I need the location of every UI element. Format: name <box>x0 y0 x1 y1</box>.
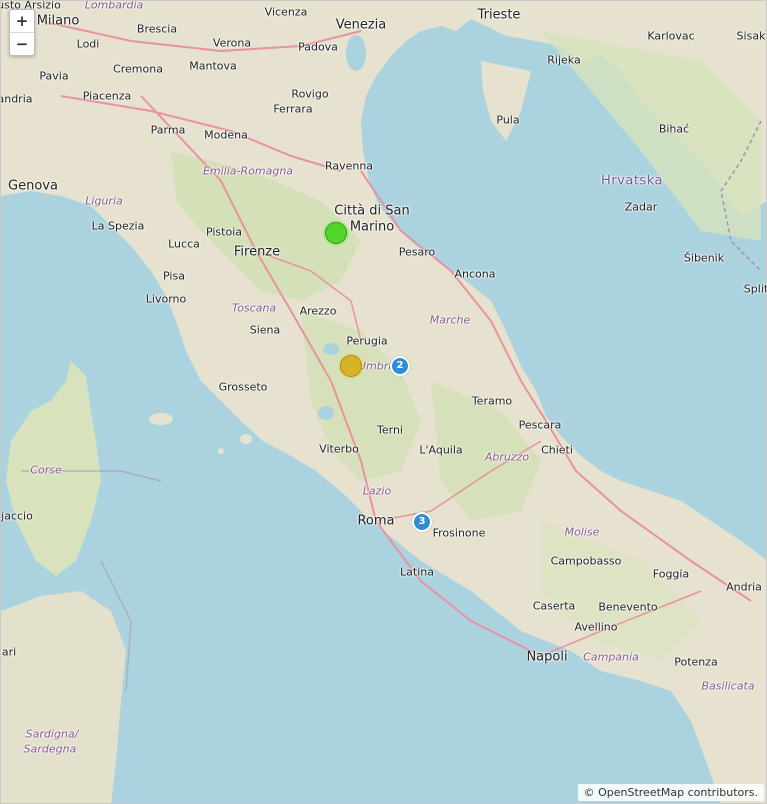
zoom-control: + − <box>9 9 35 56</box>
map-attribution[interactable]: © OpenStreetMap contributors. <box>577 784 764 801</box>
map-marker-yellow[interactable] <box>340 355 362 377</box>
map-canvas[interactable]: usto Arsizio Lombardia Vicenza Trieste M… <box>0 0 767 804</box>
map-tiles <box>1 1 766 803</box>
map-marker-cluster-roma[interactable]: 3 <box>412 512 432 532</box>
map-marker-cluster-umbria[interactable]: 2 <box>390 356 410 376</box>
zoom-in-button[interactable]: + <box>10 10 34 32</box>
zoom-out-button[interactable]: − <box>10 32 34 55</box>
map-marker-green[interactable] <box>325 222 347 244</box>
